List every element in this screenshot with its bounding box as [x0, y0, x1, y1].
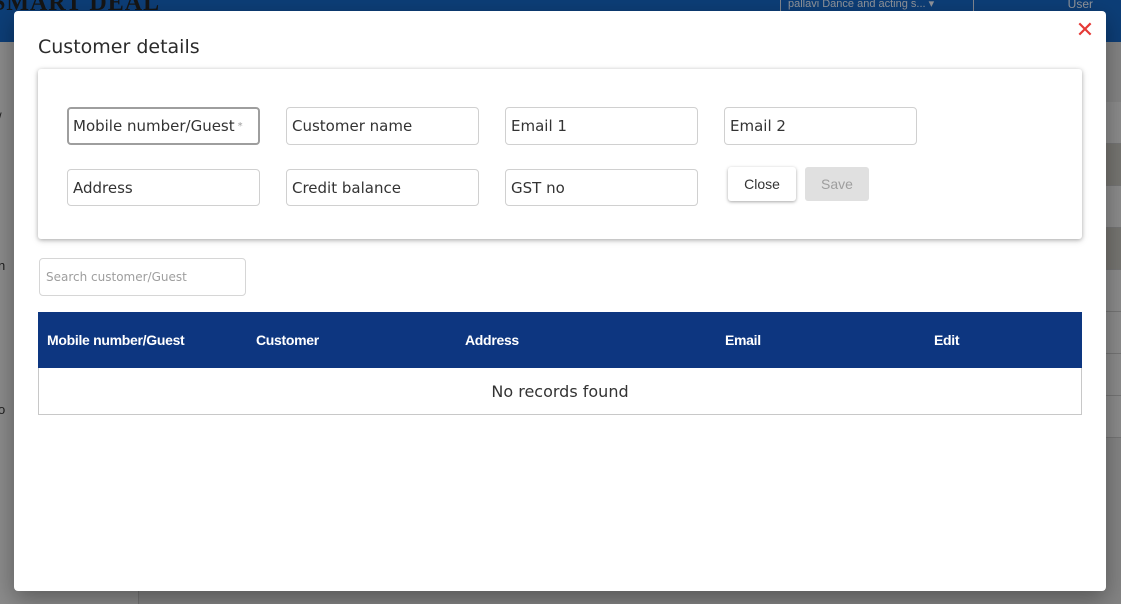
close-button[interactable]: Close	[728, 167, 796, 201]
customer-form-card: Mobile number/Guest * Customer name Email…	[38, 69, 1082, 239]
address-field[interactable]: Address	[67, 169, 260, 206]
customer-table-body: No records found	[38, 368, 1082, 415]
customer-table-header: Mobile number/Guest Customer Address Ema…	[38, 312, 1082, 368]
email1-field[interactable]: Email 1	[505, 107, 698, 145]
email2-placeholder: Email 2	[730, 117, 786, 135]
close-icon[interactable]: ✕	[1074, 20, 1096, 42]
column-header-edit[interactable]: Edit	[934, 312, 960, 368]
empty-message: No records found	[491, 381, 629, 401]
column-header-email[interactable]: Email	[725, 312, 761, 368]
search-customer-input[interactable]: Search customer/Guest	[39, 258, 246, 296]
credit-balance-placeholder: Credit balance	[292, 178, 401, 197]
gst-no-placeholder: GST no	[511, 178, 565, 197]
save-button[interactable]: Save	[805, 167, 869, 201]
email1-placeholder: Email 1	[511, 117, 567, 135]
required-marker: *	[237, 120, 243, 132]
credit-balance-field[interactable]: Credit balance	[286, 169, 479, 206]
column-header-mobile[interactable]: Mobile number/Guest	[47, 312, 185, 368]
mobile-number-placeholder: Mobile number/Guest	[73, 117, 235, 135]
email2-field[interactable]: Email 2	[724, 107, 917, 145]
customer-details-modal: Customer details ✕ Mobile number/Guest * …	[14, 11, 1106, 591]
column-header-customer[interactable]: Customer	[256, 312, 319, 368]
customer-name-field[interactable]: Customer name	[286, 107, 479, 145]
column-header-address[interactable]: Address	[465, 312, 519, 368]
customer-name-placeholder: Customer name	[292, 117, 413, 135]
address-placeholder: Address	[73, 178, 133, 197]
mobile-number-field[interactable]: Mobile number/Guest *	[67, 107, 260, 145]
gst-no-field[interactable]: GST no	[505, 169, 698, 206]
modal-title: Customer details	[38, 36, 200, 58]
search-placeholder: Search customer/Guest	[46, 270, 187, 284]
